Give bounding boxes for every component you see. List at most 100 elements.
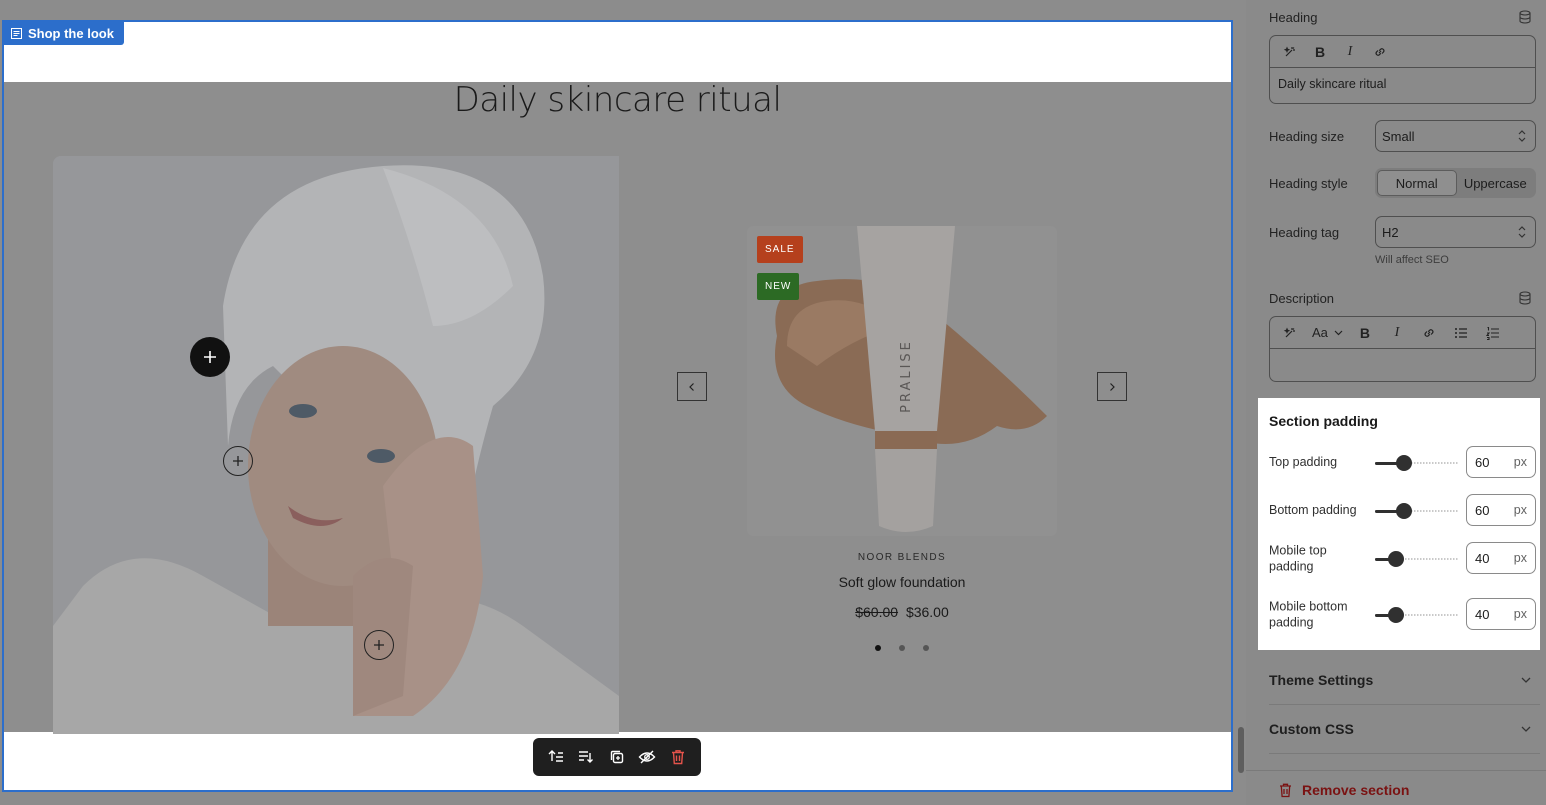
range-thumb[interactable]: [1388, 607, 1404, 623]
move-down-button[interactable]: [574, 744, 600, 770]
carousel-dot[interactable]: [875, 645, 881, 651]
padding-number-input[interactable]: 60 px: [1466, 494, 1536, 526]
padding-row-label: Bottom padding: [1269, 503, 1357, 518]
duplicate-icon: [610, 750, 624, 764]
heading-tag-help: Will affect SEO: [1375, 254, 1449, 266]
padding-range-slider[interactable]: [1375, 455, 1459, 471]
description-rte-toolbar: Aa B I: [1270, 317, 1535, 349]
heading-label: Heading: [1269, 10, 1318, 25]
preview-canvas: Daily skincare ritual PRALISE SALE NEW N…: [0, 0, 1236, 805]
text-format-dropdown[interactable]: Aa: [1312, 323, 1343, 343]
section-padding-card: Section padding Top padding 60 px Bottom pa…: [1258, 398, 1540, 650]
theme-settings-label: Theme Settings: [1269, 672, 1374, 688]
carousel-dot[interactable]: [899, 645, 905, 651]
remove-section-button[interactable]: Remove section: [1279, 782, 1409, 798]
preview-scrollbar[interactable]: [1236, 0, 1246, 805]
heading-tag-value: H2: [1382, 224, 1399, 240]
delete-section-button[interactable]: [665, 744, 691, 770]
range-thumb[interactable]: [1388, 551, 1404, 567]
chevron-down-icon: [1334, 330, 1343, 335]
custom-css-accordion[interactable]: Custom CSS: [1269, 705, 1539, 753]
heading-text-content[interactable]: Daily skincare ritual: [1270, 68, 1535, 100]
italic-icon: I: [1394, 324, 1400, 340]
heading-size-select[interactable]: Small: [1375, 120, 1536, 152]
heading-style-uppercase[interactable]: Uppercase: [1457, 170, 1535, 196]
padding-range-slider[interactable]: [1375, 551, 1459, 567]
compare-price: $60.00: [855, 604, 899, 620]
italic-button[interactable]: I: [1387, 323, 1407, 343]
preview-scrollbar-thumb[interactable]: [1238, 727, 1244, 773]
section-icon: [11, 28, 22, 39]
section-floating-toolbar: [533, 738, 701, 776]
numbered-list-button[interactable]: [1483, 323, 1503, 343]
select-arrows-icon: [1518, 226, 1526, 238]
selected-section-frame[interactable]: Daily skincare ritual PRALISE SALE NEW N…: [2, 20, 1233, 792]
product-image[interactable]: PRALISE SALE NEW: [747, 226, 1057, 536]
bold-button[interactable]: B: [1355, 323, 1375, 343]
padding-row-label: Mobile top padding: [1269, 543, 1327, 573]
chevron-down-icon: [1521, 677, 1531, 683]
section-label-tag[interactable]: Shop the look: [3, 22, 124, 45]
dynamic-source-icon[interactable]: [1518, 10, 1532, 24]
chevron-left-icon: [689, 382, 694, 391]
select-arrows-icon: [1518, 130, 1526, 142]
bullet-list-button[interactable]: [1451, 323, 1471, 343]
description-richtext-editor: Aa B I: [1269, 316, 1536, 382]
padding-row: Mobile top padding 40 px: [1258, 542, 1540, 576]
link-button[interactable]: [1370, 42, 1390, 62]
description-label: Description: [1269, 291, 1335, 306]
hotspot-secondary[interactable]: [223, 446, 253, 476]
dynamic-source-icon[interactable]: [1518, 291, 1532, 305]
move-up-button[interactable]: [543, 744, 569, 770]
padding-number-input[interactable]: 40 px: [1466, 542, 1536, 574]
heading-style-normal[interactable]: Normal: [1377, 170, 1457, 196]
product-title[interactable]: Soft glow foundation: [747, 574, 1057, 590]
heading-tag-label: Heading tag: [1269, 224, 1340, 240]
bold-icon: B: [1314, 43, 1326, 60]
padding-unit: px: [1513, 607, 1527, 621]
carousel-next-button[interactable]: [1097, 372, 1127, 401]
move-up-icon: [548, 750, 564, 762]
padding-range-slider[interactable]: [1375, 607, 1459, 623]
range-thumb[interactable]: [1396, 503, 1413, 519]
padding-value: 40: [1475, 550, 1490, 566]
padding-number-input[interactable]: 60 px: [1466, 446, 1536, 478]
trash-icon: [671, 750, 684, 765]
custom-css-label: Custom CSS: [1269, 721, 1354, 737]
tube-brand-text: PRALISE: [899, 339, 914, 413]
hotspot-tertiary[interactable]: [364, 630, 394, 660]
hotspot-primary[interactable]: [190, 337, 230, 377]
ai-generate-button[interactable]: [1280, 42, 1300, 62]
settings-footer-divider: [1246, 770, 1546, 771]
theme-settings-accordion[interactable]: Theme Settings: [1269, 656, 1539, 704]
range-thumb[interactable]: [1396, 455, 1413, 471]
heading-tag-select[interactable]: H2: [1375, 216, 1536, 248]
new-badge: NEW: [757, 273, 800, 300]
section-padding-title: Section padding: [1269, 413, 1378, 429]
padding-number-input[interactable]: 40 px: [1466, 598, 1536, 630]
link-button[interactable]: [1419, 323, 1439, 343]
section-label-text: Shop the look: [28, 26, 114, 41]
italic-icon: I: [1347, 43, 1353, 59]
carousel-prev-button[interactable]: [677, 372, 707, 401]
bold-button[interactable]: B: [1310, 42, 1330, 62]
chevron-right-icon: [1110, 382, 1115, 391]
padding-row: Bottom padding 60 px: [1258, 494, 1540, 528]
heading-size-value: Small: [1382, 128, 1415, 144]
heading-style-segmented: Normal Uppercase: [1375, 168, 1536, 198]
carousel-dot[interactable]: [923, 645, 929, 651]
description-text-content[interactable]: [1270, 349, 1535, 381]
look-image: [53, 156, 619, 734]
hide-section-button[interactable]: [634, 744, 660, 770]
heading-rte-toolbar: B I: [1270, 36, 1535, 68]
product-vendor: NOOR BLENDS: [857, 552, 947, 563]
plus-icon: [204, 351, 216, 363]
plus-icon: [233, 456, 243, 466]
duplicate-button[interactable]: [604, 744, 630, 770]
padding-value: 40: [1475, 606, 1490, 622]
padding-unit: px: [1513, 551, 1527, 565]
ai-generate-button[interactable]: [1280, 323, 1300, 343]
link-icon: [1424, 328, 1434, 337]
italic-button[interactable]: I: [1340, 42, 1360, 62]
padding-range-slider[interactable]: [1375, 503, 1459, 519]
